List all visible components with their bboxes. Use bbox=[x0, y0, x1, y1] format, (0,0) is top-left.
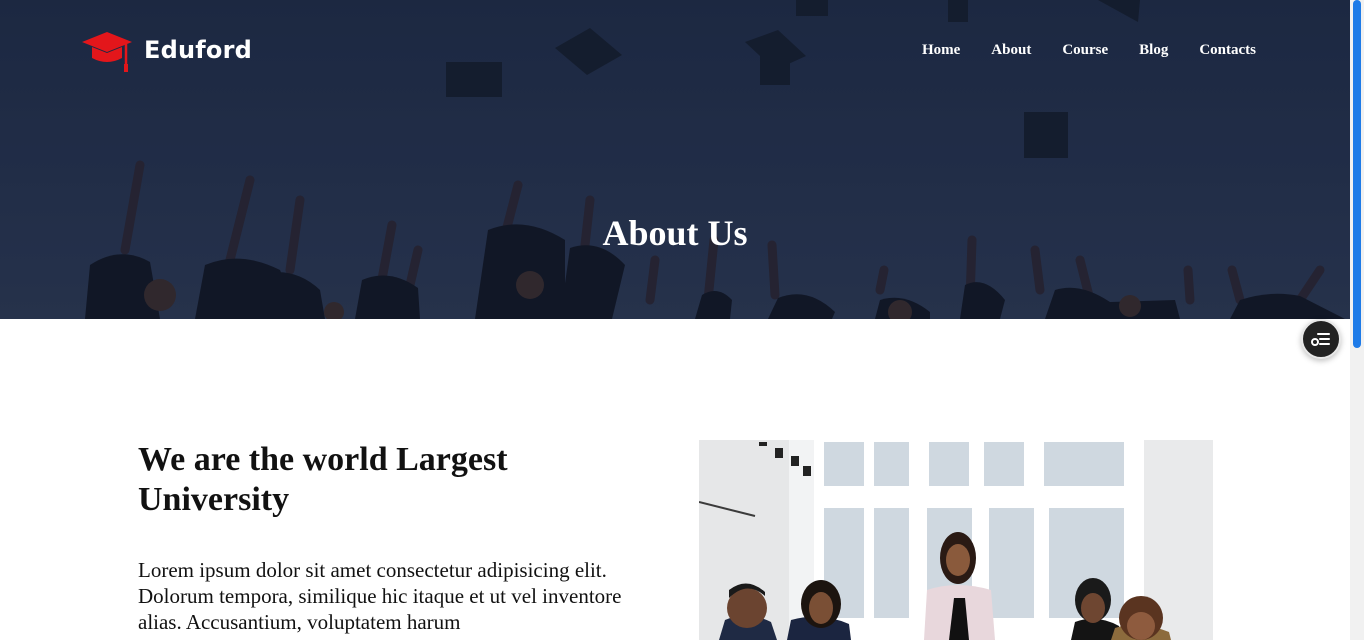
team-photo bbox=[699, 440, 1213, 640]
scrollbar-thumb[interactable] bbox=[1353, 0, 1361, 348]
nav-link-course[interactable]: Course bbox=[1062, 42, 1108, 59]
main-nav: Home About Course Blog Contacts bbox=[922, 42, 1256, 59]
office-team-image bbox=[699, 440, 1213, 640]
page-title: About Us bbox=[602, 213, 748, 253]
site-logo[interactable]: Eduford bbox=[80, 26, 252, 74]
nav-link-blog[interactable]: Blog bbox=[1139, 42, 1168, 59]
nav-link-contacts[interactable]: Contacts bbox=[1199, 42, 1256, 59]
nav-link-about[interactable]: About bbox=[991, 42, 1031, 59]
logo-text: Eduford bbox=[144, 36, 253, 64]
list-settings-icon bbox=[1311, 333, 1330, 346]
hero-banner: Eduford Home About Course Blog Contacts … bbox=[0, 0, 1350, 319]
nav-link-home[interactable]: Home bbox=[922, 42, 960, 59]
about-heading: We are the world Largest University bbox=[138, 441, 508, 518]
graduation-cap-icon bbox=[82, 32, 132, 72]
about-text: Lorem ipsum dolor sit amet consectetur a… bbox=[138, 558, 622, 634]
floating-menu-button[interactable] bbox=[1301, 319, 1341, 359]
